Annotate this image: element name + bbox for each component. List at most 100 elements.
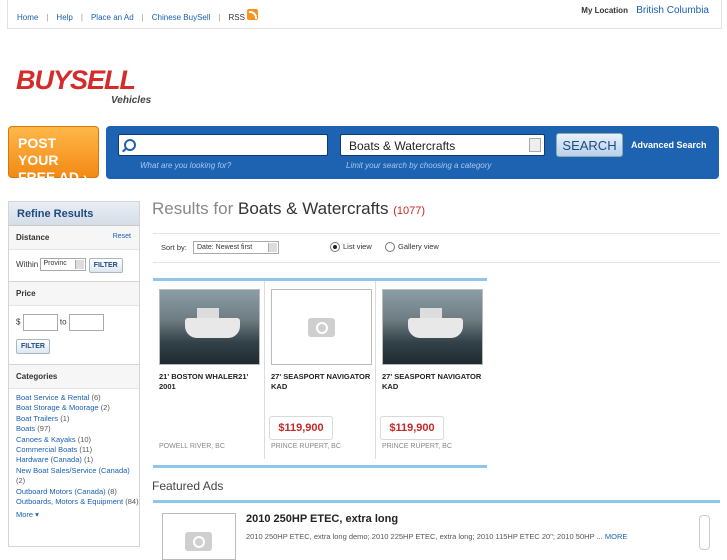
listing-card[interactable]: 21' BOSTON WHALER21' 2001 POWELL RIVER, … [153, 281, 264, 459]
listing-location: POWELL RIVER, BC [159, 443, 225, 450]
categories-section: Categories Boat Service & Rental (6) Boa… [9, 365, 139, 521]
category-count: (8) [107, 486, 117, 496]
radio-unchecked-icon[interactable] [385, 242, 395, 253]
category-link[interactable]: Hardware (Canada) [16, 455, 82, 464]
category-link[interactable]: Boats [16, 424, 35, 433]
distance-reset-link[interactable]: Reset [113, 233, 131, 240]
listing-price: $119,900 [269, 416, 333, 440]
post-free-ad-button[interactable]: POST YOUR FREE AD › [8, 126, 99, 185]
price-filter-button[interactable]: FILTER [16, 339, 50, 354]
listing-card[interactable]: 27' SEASPORT NAVIGATOR KAD $119,900 PRIN… [264, 281, 376, 459]
gallery-view-label: Gallery view [398, 242, 439, 251]
post-ad-line2: FREE AD › [18, 169, 88, 185]
page-title: Results for Boats & Watercrafts (1077) [152, 199, 425, 219]
price-to: to [59, 317, 67, 327]
listing-title[interactable]: 27' SEASPORT NAVIGATOR KAD [382, 372, 482, 392]
nav-help[interactable]: Help [56, 13, 72, 22]
featured-desc: 2010 250HP ETEC, extra long demo; 2010 2… [246, 531, 706, 543]
listing-location: PRINCE RUPERT, BC [382, 443, 452, 450]
list-item[interactable]: Boat Storage & Moorage (2) [16, 403, 139, 413]
refine-sidebar: Refine Results Distance Reset Within Pro… [8, 201, 140, 547]
listing-title[interactable]: 21' BOSTON WHALER21' 2001 [159, 372, 259, 392]
price-max-input[interactable] [68, 314, 104, 331]
search-icon [124, 139, 136, 151]
boat-image [408, 308, 463, 338]
listing-photo[interactable] [382, 289, 483, 365]
sort-value: Date: Newest first [197, 244, 253, 251]
category-count: (6) [91, 393, 101, 402]
list-item[interactable]: Boat Trailers (1) [16, 414, 139, 424]
list-item[interactable]: Boats (97) [16, 424, 139, 434]
site-logo[interactable]: BUYSELL Vehicles [16, 65, 161, 107]
listing-location: PRINCE RUPERT, BC [271, 443, 341, 450]
sort-select[interactable]: Date: Newest first [193, 241, 279, 254]
featured-label: Featured Ads [152, 479, 224, 493]
category-link[interactable]: Outboard Motors (Canada) [16, 487, 106, 496]
category-value: Boats & Watercrafts [349, 139, 456, 153]
sort-bar: Sort by: Date: Newest first List view Ga… [153, 233, 720, 263]
categories-label: Categories [9, 365, 139, 389]
category-link[interactable]: Boat Service & Rental [16, 393, 89, 402]
category-link[interactable]: Canoes & Kayaks [16, 435, 76, 444]
category-count: (2) [16, 476, 26, 486]
camera-icon [308, 318, 335, 337]
logo-word: BUYSELL [16, 65, 136, 95]
category-link[interactable]: Commercial Boats [16, 445, 77, 454]
distance-select[interactable]: Provinc [40, 258, 87, 272]
listing-photo[interactable] [271, 289, 372, 365]
search-bar: What are you looking for? Boats & Waterc… [106, 126, 719, 179]
distance-filter-button[interactable]: FILTER [88, 258, 123, 273]
list-view-option[interactable]: List view [330, 242, 372, 253]
category-select[interactable]: Boats & Watercrafts [340, 134, 545, 156]
top-nav-bar: Home | Help | Place an Ad | Chinese BuySell… [7, 0, 722, 29]
nav-place-ad[interactable]: Place an Ad [91, 13, 134, 22]
gallery-view-option[interactable]: Gallery view [385, 242, 439, 253]
list-item[interactable]: Hardware (Canada) (1) [16, 455, 139, 465]
more-categories-link[interactable]: More ▾ [16, 510, 39, 519]
boat-image [185, 308, 240, 338]
location-label: My Location [581, 6, 628, 15]
featured-desc-text: 2010 250HP ETEC, extra long demo; 2010 2… [246, 532, 603, 541]
radio-checked-icon[interactable] [330, 242, 340, 253]
category-count: (2) [100, 403, 110, 413]
price-section: Price $ to FILTER [9, 282, 139, 365]
listing-card[interactable]: 27' SEASPORT NAVIGATOR KAD $119,900 PRIN… [375, 281, 487, 459]
featured-title[interactable]: 2010 250HP ETEC, extra long [246, 513, 398, 525]
list-item[interactable]: Boat Service & Rental (6) [16, 393, 139, 403]
featured-photo[interactable] [162, 513, 236, 560]
category-link[interactable]: Outboards, Motors & Equipment [16, 497, 123, 506]
category-link[interactable]: Boat Storage & Moorage [16, 403, 99, 412]
search-button[interactable]: SEARCH [556, 133, 623, 157]
rss-icon[interactable] [246, 9, 258, 20]
category-link[interactable]: Boat Trailers [16, 414, 58, 423]
list-item[interactable]: Commercial Boats (11) [16, 445, 139, 455]
advanced-search-link[interactable]: Advanced Search [631, 140, 707, 150]
sort-label: Sort by: [161, 243, 187, 252]
price-label: Price [9, 282, 139, 306]
search-input[interactable] [118, 134, 328, 156]
listing-photo[interactable] [159, 289, 260, 365]
location-value[interactable]: British Columbia [636, 5, 709, 16]
camera-icon [185, 532, 212, 551]
my-location: My Location British Columbia [581, 5, 709, 16]
category-count: (10) [77, 434, 92, 444]
distance-label: Distance [16, 233, 50, 242]
post-ad-line1: POST YOUR [18, 135, 59, 168]
list-item[interactable]: Outboards, Motors & Equipment (84) [16, 497, 139, 507]
category-link[interactable]: New Boat Sales/Service (Canada) [16, 466, 130, 475]
results-prefix: Results for [152, 199, 234, 218]
list-item[interactable]: New Boat Sales/Service (Canada) (2) [16, 466, 139, 487]
featured-more-link[interactable]: MORE [605, 532, 628, 541]
listing-title[interactable]: 27' SEASPORT NAVIGATOR KAD [271, 372, 371, 392]
refine-title: Refine Results [9, 202, 139, 226]
nav-rss[interactable]: RSS [229, 13, 245, 22]
list-item[interactable]: Outboard Motors (Canada) (8) [16, 487, 139, 497]
within-label: Within [16, 260, 39, 269]
featured-ad[interactable]: 2010 250HP ETEC, extra long 2010 250HP E… [153, 500, 720, 560]
nav-chinese-buysell[interactable]: Chinese BuySell [152, 13, 211, 22]
category-count: (97) [37, 424, 51, 434]
price-min-input[interactable] [22, 314, 58, 331]
nav-home[interactable]: Home [17, 13, 38, 22]
top-nav: Home | Help | Place an Ad | Chinese BuySell… [17, 9, 258, 23]
list-item[interactable]: Canoes & Kayaks (10) [16, 435, 139, 445]
